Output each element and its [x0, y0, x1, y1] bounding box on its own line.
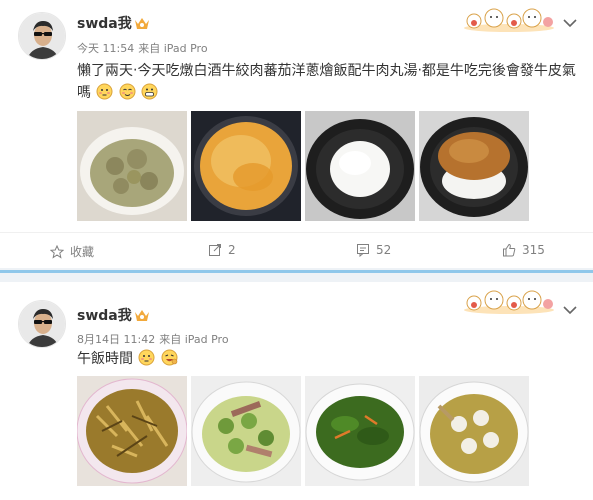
- feed-divider: [0, 268, 593, 282]
- tomato-sauce-pan-photo[interactable]: [191, 111, 301, 221]
- post-time[interactable]: 今天 11:54: [77, 42, 134, 55]
- chevron-down-icon[interactable]: [563, 300, 577, 315]
- meatball-soup-photo[interactable]: [77, 111, 187, 221]
- username[interactable]: swda我: [77, 305, 132, 325]
- post-meta: 8月14日 11:42 来自 iPad Pro: [77, 331, 233, 347]
- post-time[interactable]: 8月14日 11:42: [77, 333, 155, 346]
- shredded-stirfry-photo[interactable]: [77, 376, 187, 486]
- embarrassed-emoji-icon: [138, 349, 155, 366]
- comment-button[interactable]: 52: [356, 243, 391, 257]
- favorite-button[interactable]: 收藏: [50, 243, 94, 260]
- white-rice-bowl-photo[interactable]: [305, 111, 415, 221]
- thumbs-up-icon: [503, 243, 516, 257]
- post-action-bar: 收藏 2 52 315: [0, 232, 593, 268]
- repost-count: 2: [228, 243, 236, 257]
- post-text-content: 午飯時間: [77, 351, 133, 367]
- laugh-emoji-icon: [161, 349, 178, 366]
- weibo-post: swda我 8月14日 11:42 来自 iPad Pro 午飯時間: [0, 282, 593, 500]
- like-button[interactable]: 315: [502, 243, 545, 257]
- spinach-stirfry-photo[interactable]: [305, 376, 415, 486]
- vip-badge-icon[interactable]: [134, 15, 150, 29]
- zucchini-stirfry-photo[interactable]: [191, 376, 301, 486]
- repost-icon: [209, 244, 221, 256]
- fishball-soup-photo[interactable]: [419, 376, 529, 486]
- username[interactable]: swda我: [77, 13, 132, 33]
- blush-emoji-icon: [119, 83, 136, 100]
- beef-rice-bowl-photo[interactable]: [419, 111, 529, 221]
- grin-emoji-icon: [141, 83, 158, 100]
- avatar[interactable]: [18, 12, 66, 60]
- post-meta: 今天 11:54 来自 iPad Pro: [77, 40, 212, 56]
- vip-badge-icon[interactable]: [134, 307, 150, 321]
- star-icon: [50, 244, 64, 259]
- favorite-label: 收藏: [70, 245, 95, 259]
- decoration-sticker-icon: [462, 286, 556, 314]
- post-source: 来自 iPad Pro: [138, 42, 208, 55]
- post-source: 来自 iPad Pro: [159, 333, 229, 346]
- repost-button[interactable]: 2: [208, 243, 236, 257]
- like-count: 315: [522, 243, 545, 257]
- avatar[interactable]: [18, 300, 66, 348]
- decoration-sticker-icon: [462, 4, 556, 32]
- embarrassed-emoji-icon: [96, 83, 113, 100]
- weibo-post: swda我 今天 11:54 来自 iPad Pro 懶了兩天‧今天吃燉白酒牛絞肉…: [0, 0, 593, 268]
- chevron-down-icon[interactable]: [563, 13, 577, 28]
- comment-icon: [357, 244, 369, 257]
- post-text: 午飯時間: [77, 348, 577, 370]
- comment-count: 52: [376, 243, 392, 257]
- post-text: 懶了兩天‧今天吃燉白酒牛絞肉蕃茄洋蔥燴飯配牛肉丸湯‧都是牛吃完後會發牛皮氣嗎: [77, 60, 577, 104]
